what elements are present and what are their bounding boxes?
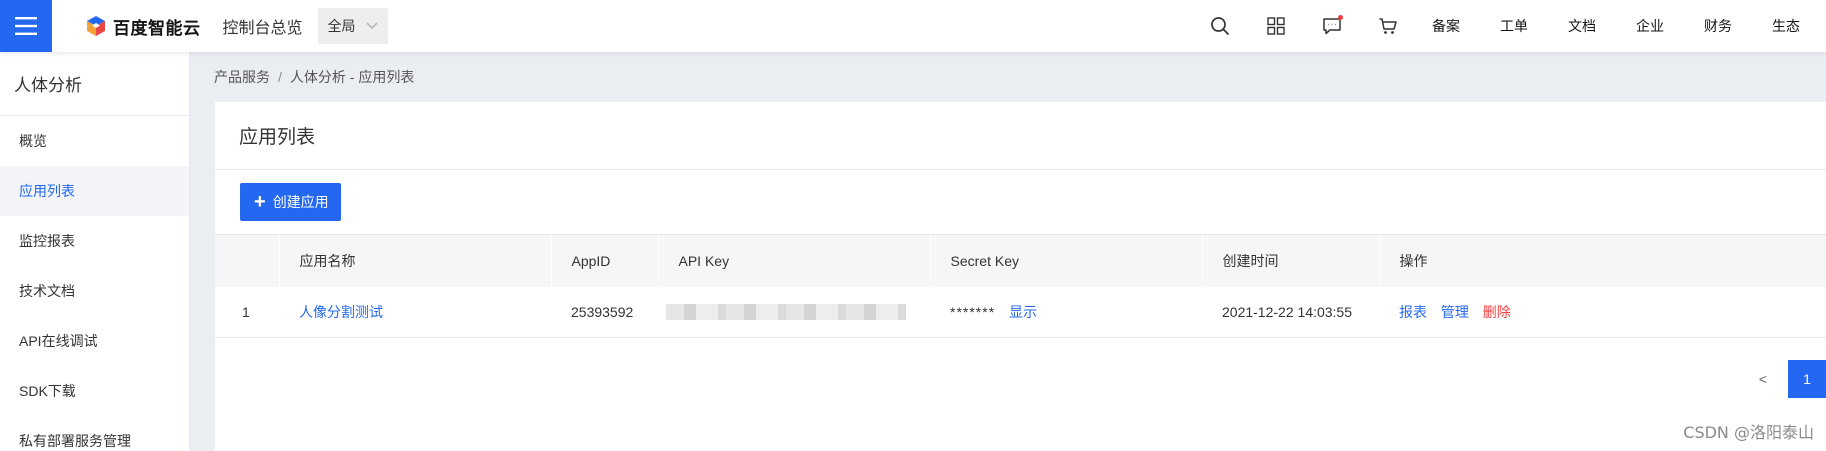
nav-link-enterprise[interactable]: 企业 [1636, 16, 1664, 36]
watermark: CSDN @洛阳泰山 [1683, 423, 1814, 442]
sidebar-item-app-list[interactable]: 应用列表 [0, 166, 189, 216]
actions-cell: 报表 管理 删除 [1379, 286, 1826, 338]
column-header-created: 创建时间 [1201, 234, 1379, 287]
plus-icon: + [254, 191, 266, 213]
nav-link-tickets[interactable]: 工单 [1500, 16, 1528, 36]
brand-name: 百度智能云 [113, 18, 201, 38]
sidebar-item-monitoring[interactable]: 监控报表 [0, 216, 189, 266]
console-title[interactable]: 控制台总览 [223, 14, 303, 38]
breadcrumb-separator: / [278, 69, 282, 85]
sidebar-title: 人体分析 [0, 52, 189, 116]
create-app-button[interactable]: + 创建应用 [240, 183, 341, 221]
pagination: < 1 [1748, 360, 1826, 398]
sidebar-item-api-debug[interactable]: API在线调试 [0, 316, 189, 366]
table-header-row: 应用名称 AppID API Key Secret Key 创建时间 操作 [215, 234, 1826, 287]
column-header-appid: AppID [550, 234, 658, 287]
api-key-redacted [666, 304, 906, 321]
row-index: 1 [215, 286, 279, 338]
main-content: 产品服务 / 人体分析 - 应用列表 应用列表 + 创建应用 应用名称 AppI… [190, 52, 1826, 451]
sidebar-item-docs[interactable]: 技术文档 [0, 266, 189, 316]
apps-grid-button[interactable] [1264, 14, 1288, 38]
manage-link[interactable]: 管理 [1441, 304, 1469, 320]
app-id-cell: 25393592 [551, 286, 658, 338]
sidebar-item-overview[interactable]: 概览 [0, 116, 189, 166]
brand-logo[interactable]: 百度智能云 [85, 0, 201, 52]
delete-link[interactable]: 删除 [1483, 304, 1511, 320]
sidebar-item-private-deploy[interactable]: 私有部署服务管理 [0, 416, 189, 451]
sidebar-item-sdk-download[interactable]: SDK下载 [0, 366, 189, 416]
hamburger-menu-button[interactable] [0, 0, 52, 52]
app-name-cell: 人像分割测试 [279, 286, 551, 338]
pagination-prev-button[interactable]: < [1748, 371, 1778, 387]
breadcrumb: 产品服务 / 人体分析 - 应用列表 [190, 52, 1826, 102]
search-button[interactable] [1208, 14, 1232, 38]
nav-link-filing[interactable]: 备案 [1432, 16, 1460, 36]
grid-icon [1267, 17, 1285, 35]
messages-button[interactable] [1320, 14, 1344, 38]
created-time-cell: 2021-12-22 14:03:55 [1202, 286, 1379, 338]
column-header-api-key: API Key [657, 234, 930, 287]
sidebar: 人体分析 概览 应用列表 监控报表 技术文档 API在线调试 SDK下载 私有部… [0, 52, 190, 451]
header-actions: 备案 工单 文档 企业 财务 生态 [1208, 0, 1826, 52]
column-header-app-name: 应用名称 [278, 234, 551, 287]
cart-icon [1379, 18, 1397, 34]
cart-button[interactable] [1376, 14, 1400, 38]
column-header-index [215, 234, 279, 287]
secret-show-link[interactable]: 显示 [1009, 304, 1037, 320]
create-app-label: 创建应用 [272, 194, 329, 210]
top-header: 百度智能云 控制台总览 全局 备案 工单 文档 企业 财务 生态 [0, 0, 1826, 52]
app-name-link[interactable]: 人像分割测试 [299, 304, 383, 320]
breadcrumb-current: 人体分析 - 应用列表 [289, 69, 415, 85]
nav-link-docs[interactable]: 文档 [1568, 16, 1596, 36]
nav-link-finance[interactable]: 财务 [1704, 16, 1732, 36]
notification-dot [1338, 15, 1343, 20]
baidu-cloud-logo-icon [87, 16, 105, 36]
column-header-secret-key: Secret Key [929, 234, 1202, 287]
hamburger-icon [15, 17, 37, 35]
secret-key-masked: ******* [950, 303, 996, 320]
search-icon [1211, 17, 1230, 36]
page-title: 应用列表 [215, 102, 1826, 170]
table-row: 1 人像分割测试 25393592 ******* 显示 2021-12-22 … [215, 286, 1826, 338]
region-select[interactable]: 全局 [317, 8, 388, 44]
region-value: 全局 [327, 18, 356, 34]
nav-link-ecosystem[interactable]: 生态 [1772, 16, 1800, 36]
app-table: 应用名称 AppID API Key Secret Key 创建时间 操作 1 … [215, 234, 1826, 338]
report-link[interactable]: 报表 [1399, 304, 1427, 320]
pagination-page-current[interactable]: 1 [1788, 360, 1826, 398]
api-key-cell [658, 286, 930, 338]
breadcrumb-root[interactable]: 产品服务 [214, 67, 270, 87]
column-header-actions: 操作 [1378, 234, 1826, 287]
chevron-down-icon [365, 22, 378, 30]
secret-key-cell: ******* 显示 [930, 286, 1202, 338]
app-list-card: 应用列表 + 创建应用 应用名称 AppID API Key Secret Ke… [215, 102, 1826, 451]
